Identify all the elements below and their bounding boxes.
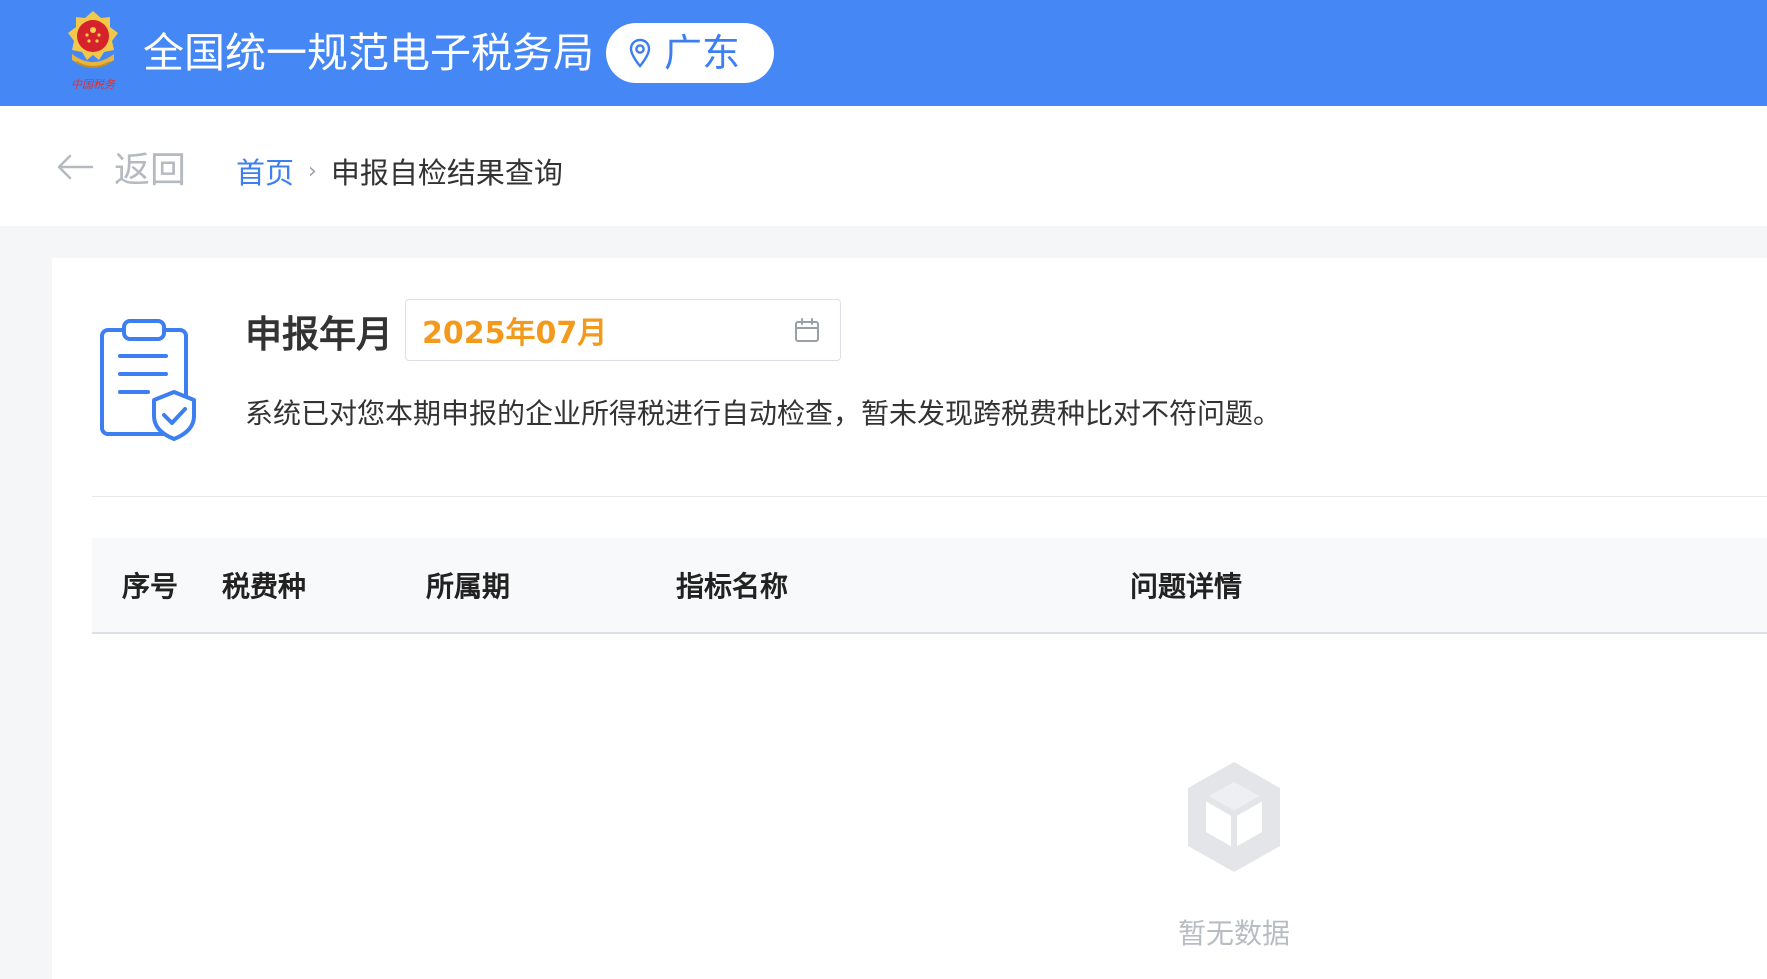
back-label: 返回 — [114, 150, 187, 191]
region-label: 广东 — [664, 31, 741, 75]
clipboard-shield-check-icon — [100, 319, 196, 441]
back-button[interactable]: 返回 — [56, 146, 186, 191]
column-header-indicator: 指标名称 — [676, 570, 789, 603]
top-header: 中国税务 全国统一规范电子税务局 广东 — [0, 0, 1767, 106]
breadcrumb-bar: 返回 首页 › 申报自检结果查询 — [0, 106, 1767, 226]
breadcrumb-current: 申报自检结果查询 — [330, 156, 563, 190]
table-header: 序号 税费种 所属期 指标名称 问题详情 — [92, 538, 1767, 634]
breadcrumb: 首页 › 申报自检结果查询 — [236, 150, 563, 192]
arrow-left-icon — [57, 154, 94, 180]
column-header-tax-type: 税费种 — [222, 570, 307, 603]
period-label: 申报年月 — [245, 313, 393, 356]
result-card: 申报年月 2025年07月 系统已对您本期申报的企业所得税进行自动检查，暂未发现… — [52, 258, 1767, 979]
site-title: 全国统一规范电子税务局 — [143, 29, 594, 77]
check-result-notice: 系统已对您本期申报的企业所得税进行自动检查，暂未发现跨税费种比对不符问题。 — [245, 397, 1282, 430]
section-divider — [92, 496, 1767, 497]
breadcrumb-separator: › — [308, 158, 317, 184]
calendar-icon — [795, 318, 819, 342]
column-header-period: 所属期 — [426, 570, 511, 603]
empty-state-text: 暂无数据 — [1177, 917, 1291, 950]
svg-text:中国税务: 中国税务 — [71, 78, 116, 91]
breadcrumb-home-link[interactable]: 首页 — [236, 150, 294, 192]
period-date-picker[interactable]: 2025年07月 — [405, 299, 841, 361]
column-header-issue-detail: 问题详情 — [1130, 570, 1243, 603]
column-header-index: 序号 — [122, 570, 179, 603]
region-selector[interactable]: 广东 — [606, 23, 774, 83]
empty-box-icon — [1188, 762, 1280, 872]
national-tax-emblem-icon: 中国税务 — [68, 11, 118, 91]
period-value: 2025年07月 — [422, 316, 608, 351]
location-pin-icon — [629, 38, 651, 68]
